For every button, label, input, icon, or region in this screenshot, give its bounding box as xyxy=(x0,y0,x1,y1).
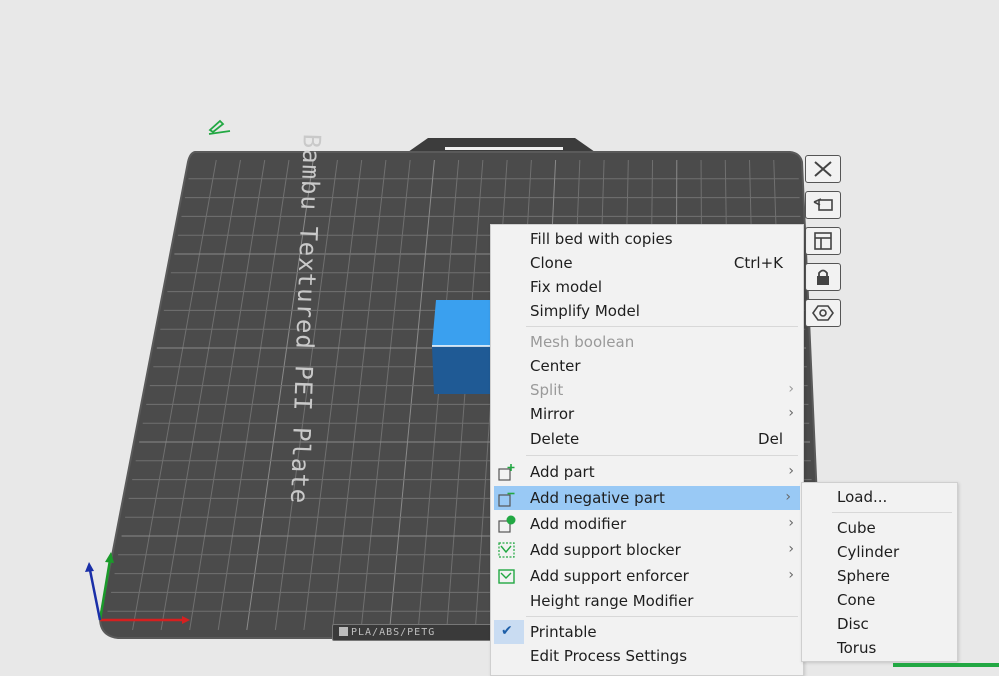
menu-shortcut: Del xyxy=(758,430,783,448)
menu-label: Mirror xyxy=(530,405,575,423)
chevron-right-icon: › xyxy=(788,405,794,421)
edit-plate-icon[interactable] xyxy=(206,118,232,136)
menu-separator xyxy=(526,455,798,456)
menu-simplify-model[interactable]: Simplify Model xyxy=(491,299,803,323)
cube-front xyxy=(432,346,496,394)
menu-label: Mesh boolean xyxy=(530,333,635,351)
menu-fill-bed[interactable]: Fill bed with copies xyxy=(491,227,803,251)
submenu-cylinder[interactable]: Cylinder xyxy=(837,543,899,561)
arrange-icon[interactable] xyxy=(805,191,841,219)
plate-toolbar xyxy=(805,155,845,335)
submenu-disc[interactable]: Disc xyxy=(837,615,869,633)
submenu-sphere[interactable]: Sphere xyxy=(837,567,890,585)
cube-top xyxy=(432,300,496,346)
menu-add-support-enforcer[interactable]: Add support enforcer › xyxy=(491,564,803,588)
layout-icon[interactable] xyxy=(805,227,841,255)
menu-mirror[interactable]: Mirror › xyxy=(491,402,803,426)
menu-delete[interactable]: Delete Del xyxy=(491,427,803,451)
menu-label: Height range Modifier xyxy=(530,592,694,610)
add-part-icon xyxy=(498,463,516,481)
add-negative-part-icon xyxy=(498,489,516,507)
submenu-separator xyxy=(832,512,952,513)
menu-label: Add negative part xyxy=(530,489,665,507)
menu-label: Edit Process Settings xyxy=(530,647,688,665)
menu-label: Fill bed with copies xyxy=(530,230,673,248)
plate-filament-badge: PLA/ABS/PETG xyxy=(332,624,500,641)
menu-label: Center xyxy=(530,357,581,375)
chevron-right-icon: › xyxy=(785,489,791,505)
menu-printable[interactable]: ✔ Printable xyxy=(491,620,803,644)
menu-add-modifier[interactable]: Add modifier › xyxy=(491,512,803,536)
menu-add-support-blocker[interactable]: Add support blocker › xyxy=(491,538,803,562)
object-context-menu: Fill bed with copies Clone Ctrl+K Fix mod… xyxy=(490,224,804,676)
menu-separator xyxy=(526,616,798,617)
menu-label: Simplify Model xyxy=(530,302,640,320)
menu-clone[interactable]: Clone Ctrl+K xyxy=(491,251,803,275)
menu-center[interactable]: Center xyxy=(491,354,803,378)
submenu-torus[interactable]: Torus xyxy=(837,639,876,657)
menu-label: Add part xyxy=(530,463,595,481)
support-enforcer-icon xyxy=(498,567,516,585)
chevron-right-icon: › xyxy=(788,381,794,397)
menu-height-range-modifier[interactable]: Height range Modifier xyxy=(491,589,803,613)
submenu-load[interactable]: Load... xyxy=(837,488,887,506)
menu-label: Printable xyxy=(530,623,597,641)
chevron-right-icon: › xyxy=(788,515,794,531)
menu-label: Delete xyxy=(530,430,580,448)
menu-label: Clone xyxy=(530,254,573,272)
status-strip xyxy=(893,663,999,667)
menu-label: Fix model xyxy=(530,278,603,296)
menu-label: Split xyxy=(530,381,564,399)
lock-icon[interactable] xyxy=(805,263,841,291)
checkmark-icon: ✔ xyxy=(501,623,513,639)
menu-edit-process-settings[interactable]: Edit Process Settings xyxy=(491,644,803,668)
support-blocker-icon xyxy=(498,541,516,559)
menu-add-part[interactable]: Add part › xyxy=(491,460,803,484)
menu-mesh-boolean: Mesh boolean xyxy=(491,330,803,354)
submenu-cube[interactable]: Cube xyxy=(837,519,876,537)
add-modifier-icon xyxy=(498,515,516,533)
menu-label: Add modifier xyxy=(530,515,627,533)
menu-shortcut: Ctrl+K xyxy=(733,254,783,272)
menu-fix-model[interactable]: Fix model xyxy=(491,275,803,299)
menu-split: Split › xyxy=(491,378,803,402)
badge-text: PLA/ABS/PETG xyxy=(351,627,436,638)
menu-add-negative-part[interactable]: Add negative part › xyxy=(494,486,800,510)
chevron-right-icon: › xyxy=(788,541,794,557)
z-axis xyxy=(88,569,102,621)
menu-separator xyxy=(526,326,798,327)
negative-part-submenu: Load... Cube Cylinder Sphere Cone Disc T… xyxy=(801,482,958,662)
close-icon[interactable] xyxy=(805,155,841,183)
badge-icon xyxy=(339,627,348,636)
submenu-cone[interactable]: Cone xyxy=(837,591,875,609)
chevron-right-icon: › xyxy=(788,463,794,479)
menu-label: Add support blocker xyxy=(530,541,681,559)
menu-label: Add support enforcer xyxy=(530,567,689,585)
chevron-right-icon: › xyxy=(788,567,794,583)
hexagon-icon[interactable] xyxy=(805,299,841,327)
